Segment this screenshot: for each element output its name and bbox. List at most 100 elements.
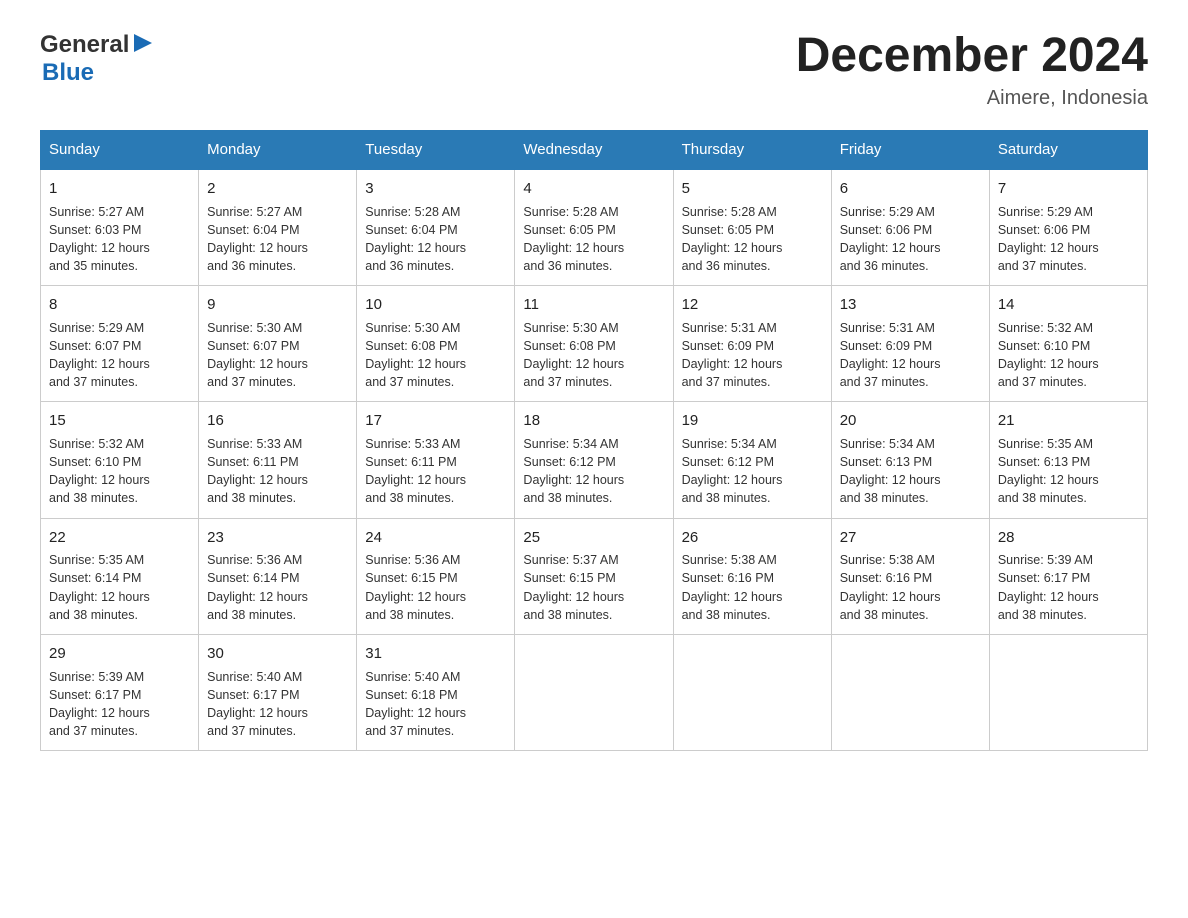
day-info: Sunrise: 5:34 AMSunset: 6:12 PMDaylight:… xyxy=(523,437,624,505)
day-number: 31 xyxy=(365,643,506,665)
calendar-cell: 6 Sunrise: 5:29 AMSunset: 6:06 PMDayligh… xyxy=(831,169,989,286)
day-info: Sunrise: 5:29 AMSunset: 6:06 PMDaylight:… xyxy=(840,205,941,273)
calendar-cell: 27 Sunrise: 5:38 AMSunset: 6:16 PMDaylig… xyxy=(831,518,989,634)
day-number: 9 xyxy=(207,294,348,316)
day-number: 22 xyxy=(49,527,190,549)
calendar-cell: 23 Sunrise: 5:36 AMSunset: 6:14 PMDaylig… xyxy=(199,518,357,634)
day-info: Sunrise: 5:31 AMSunset: 6:09 PMDaylight:… xyxy=(682,321,783,389)
calendar-cell: 17 Sunrise: 5:33 AMSunset: 6:11 PMDaylig… xyxy=(357,402,515,518)
logo-general-text: General xyxy=(40,31,129,59)
day-number: 18 xyxy=(523,410,664,432)
month-title: December 2024 xyxy=(796,30,1148,83)
day-info: Sunrise: 5:29 AMSunset: 6:06 PMDaylight:… xyxy=(998,205,1099,273)
day-info: Sunrise: 5:36 AMSunset: 6:15 PMDaylight:… xyxy=(365,553,466,621)
calendar-cell: 8 Sunrise: 5:29 AMSunset: 6:07 PMDayligh… xyxy=(41,286,199,402)
day-info: Sunrise: 5:28 AMSunset: 6:05 PMDaylight:… xyxy=(523,205,624,273)
day-info: Sunrise: 5:31 AMSunset: 6:09 PMDaylight:… xyxy=(840,321,941,389)
logo-triangle-icon xyxy=(132,32,154,59)
day-number: 26 xyxy=(682,527,823,549)
day-number: 30 xyxy=(207,643,348,665)
header-day-tuesday: Tuesday xyxy=(357,130,515,169)
calendar-cell: 2 Sunrise: 5:27 AMSunset: 6:04 PMDayligh… xyxy=(199,169,357,286)
calendar-cell: 22 Sunrise: 5:35 AMSunset: 6:14 PMDaylig… xyxy=(41,518,199,634)
day-number: 25 xyxy=(523,527,664,549)
calendar-cell: 11 Sunrise: 5:30 AMSunset: 6:08 PMDaylig… xyxy=(515,286,673,402)
day-info: Sunrise: 5:29 AMSunset: 6:07 PMDaylight:… xyxy=(49,321,150,389)
calendar-cell: 24 Sunrise: 5:36 AMSunset: 6:15 PMDaylig… xyxy=(357,518,515,634)
day-info: Sunrise: 5:36 AMSunset: 6:14 PMDaylight:… xyxy=(207,553,308,621)
day-number: 16 xyxy=(207,410,348,432)
calendar-cell: 29 Sunrise: 5:39 AMSunset: 6:17 PMDaylig… xyxy=(41,634,199,750)
calendar-cell: 1 Sunrise: 5:27 AMSunset: 6:03 PMDayligh… xyxy=(41,169,199,286)
day-number: 12 xyxy=(682,294,823,316)
title-area: December 2024 Aimere, Indonesia xyxy=(796,30,1148,110)
calendar-cell: 3 Sunrise: 5:28 AMSunset: 6:04 PMDayligh… xyxy=(357,169,515,286)
day-info: Sunrise: 5:33 AMSunset: 6:11 PMDaylight:… xyxy=(365,437,466,505)
day-number: 20 xyxy=(840,410,981,432)
day-info: Sunrise: 5:35 AMSunset: 6:13 PMDaylight:… xyxy=(998,437,1099,505)
calendar-cell: 30 Sunrise: 5:40 AMSunset: 6:17 PMDaylig… xyxy=(199,634,357,750)
day-number: 2 xyxy=(207,178,348,200)
day-number: 29 xyxy=(49,643,190,665)
calendar-cell: 19 Sunrise: 5:34 AMSunset: 6:12 PMDaylig… xyxy=(673,402,831,518)
day-number: 8 xyxy=(49,294,190,316)
location-title: Aimere, Indonesia xyxy=(796,87,1148,110)
calendar-cell: 28 Sunrise: 5:39 AMSunset: 6:17 PMDaylig… xyxy=(989,518,1147,634)
day-info: Sunrise: 5:38 AMSunset: 6:16 PMDaylight:… xyxy=(840,553,941,621)
day-info: Sunrise: 5:30 AMSunset: 6:07 PMDaylight:… xyxy=(207,321,308,389)
header-day-monday: Monday xyxy=(199,130,357,169)
day-number: 28 xyxy=(998,527,1139,549)
header: General Blue December 2024 Aimere, Indon… xyxy=(40,30,1148,110)
day-number: 11 xyxy=(523,294,664,316)
day-number: 19 xyxy=(682,410,823,432)
calendar-cell xyxy=(989,634,1147,750)
day-info: Sunrise: 5:40 AMSunset: 6:17 PMDaylight:… xyxy=(207,670,308,738)
day-number: 5 xyxy=(682,178,823,200)
calendar-cell: 7 Sunrise: 5:29 AMSunset: 6:06 PMDayligh… xyxy=(989,169,1147,286)
day-number: 21 xyxy=(998,410,1139,432)
day-info: Sunrise: 5:28 AMSunset: 6:04 PMDaylight:… xyxy=(365,205,466,273)
day-info: Sunrise: 5:27 AMSunset: 6:04 PMDaylight:… xyxy=(207,205,308,273)
day-info: Sunrise: 5:30 AMSunset: 6:08 PMDaylight:… xyxy=(523,321,624,389)
day-number: 10 xyxy=(365,294,506,316)
calendar-cell: 18 Sunrise: 5:34 AMSunset: 6:12 PMDaylig… xyxy=(515,402,673,518)
day-info: Sunrise: 5:38 AMSunset: 6:16 PMDaylight:… xyxy=(682,553,783,621)
header-day-saturday: Saturday xyxy=(989,130,1147,169)
day-info: Sunrise: 5:40 AMSunset: 6:18 PMDaylight:… xyxy=(365,670,466,738)
day-number: 6 xyxy=(840,178,981,200)
week-row-5: 29 Sunrise: 5:39 AMSunset: 6:17 PMDaylig… xyxy=(41,634,1148,750)
day-info: Sunrise: 5:37 AMSunset: 6:15 PMDaylight:… xyxy=(523,553,624,621)
day-info: Sunrise: 5:32 AMSunset: 6:10 PMDaylight:… xyxy=(998,321,1099,389)
header-row: SundayMondayTuesdayWednesdayThursdayFrid… xyxy=(41,130,1148,169)
calendar-cell: 15 Sunrise: 5:32 AMSunset: 6:10 PMDaylig… xyxy=(41,402,199,518)
day-number: 14 xyxy=(998,294,1139,316)
day-number: 1 xyxy=(49,178,190,200)
calendar-header: SundayMondayTuesdayWednesdayThursdayFrid… xyxy=(41,130,1148,169)
calendar-cell: 21 Sunrise: 5:35 AMSunset: 6:13 PMDaylig… xyxy=(989,402,1147,518)
day-info: Sunrise: 5:34 AMSunset: 6:13 PMDaylight:… xyxy=(840,437,941,505)
calendar-cell: 20 Sunrise: 5:34 AMSunset: 6:13 PMDaylig… xyxy=(831,402,989,518)
calendar-cell xyxy=(515,634,673,750)
day-number: 17 xyxy=(365,410,506,432)
day-number: 7 xyxy=(998,178,1139,200)
day-info: Sunrise: 5:39 AMSunset: 6:17 PMDaylight:… xyxy=(998,553,1099,621)
day-info: Sunrise: 5:27 AMSunset: 6:03 PMDaylight:… xyxy=(49,205,150,273)
calendar-cell: 26 Sunrise: 5:38 AMSunset: 6:16 PMDaylig… xyxy=(673,518,831,634)
day-info: Sunrise: 5:33 AMSunset: 6:11 PMDaylight:… xyxy=(207,437,308,505)
day-number: 3 xyxy=(365,178,506,200)
header-day-friday: Friday xyxy=(831,130,989,169)
day-number: 4 xyxy=(523,178,664,200)
day-number: 24 xyxy=(365,527,506,549)
header-day-wednesday: Wednesday xyxy=(515,130,673,169)
logo: General Blue xyxy=(40,30,154,87)
calendar-cell: 9 Sunrise: 5:30 AMSunset: 6:07 PMDayligh… xyxy=(199,286,357,402)
day-number: 15 xyxy=(49,410,190,432)
calendar-cell xyxy=(673,634,831,750)
calendar-cell: 5 Sunrise: 5:28 AMSunset: 6:05 PMDayligh… xyxy=(673,169,831,286)
day-number: 23 xyxy=(207,527,348,549)
day-info: Sunrise: 5:28 AMSunset: 6:05 PMDaylight:… xyxy=(682,205,783,273)
logo-blue-text: Blue xyxy=(42,59,94,86)
day-info: Sunrise: 5:34 AMSunset: 6:12 PMDaylight:… xyxy=(682,437,783,505)
week-row-2: 8 Sunrise: 5:29 AMSunset: 6:07 PMDayligh… xyxy=(41,286,1148,402)
calendar-cell: 10 Sunrise: 5:30 AMSunset: 6:08 PMDaylig… xyxy=(357,286,515,402)
